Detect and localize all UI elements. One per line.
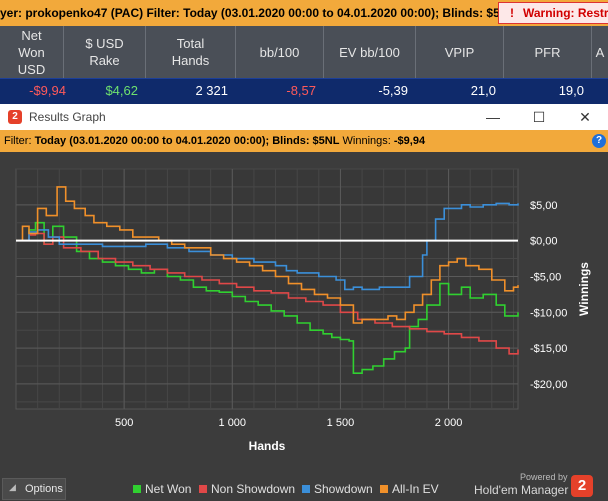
maximize-button[interactable]: ☐: [516, 104, 562, 130]
value-total-hands: 2 321: [195, 83, 228, 98]
y-tick-label: $5,00: [530, 200, 558, 212]
x-tick-label: 1 000: [219, 417, 247, 429]
close-button[interactable]: ✕: [562, 104, 608, 130]
warning-badge[interactable]: ! Warning: Restrict: [498, 2, 608, 24]
y-tick-label: -$10,00: [530, 307, 567, 319]
y-axis-ticks: $5,00 $0,00 -$5,00 -$10,00 -$15,00 -$20,00: [530, 200, 567, 391]
header-net-won[interactable]: Net Won USD: [0, 26, 64, 78]
x-axis-ticks: 500 1 000 1 500 2 000: [115, 417, 462, 429]
header-total-hands[interactable]: Total Hands: [146, 26, 236, 78]
warning-text: Warning: Restrict: [523, 6, 608, 20]
value-pfr: 19,0: [558, 83, 584, 98]
results-graph[interactable]: $5,00 $0,00 -$5,00 -$10,00 -$15,00 -$20,00 50…: [0, 152, 608, 475]
value-net-won: -$9,94: [29, 83, 66, 98]
legend-item-all-in-ev[interactable]: All-In EV: [380, 482, 439, 496]
x-axis-label: Hands: [249, 439, 286, 453]
x-tick-label: 2 000: [435, 417, 463, 429]
options-caret-icon: ◢: [9, 482, 16, 492]
legend-swatch: [302, 485, 310, 493]
window-title-bar: 2 Results Graph — ☐ ✕: [0, 104, 608, 130]
value-vpip: 21,0: [470, 83, 496, 98]
value-ev-bb100: -5,39: [378, 83, 408, 98]
results-graph-panel: $5,00 $0,00 -$5,00 -$10,00 -$15,00 -$20,00 50…: [0, 152, 608, 475]
y-tick-label: -$5,00: [530, 271, 561, 283]
header-ev-bb100[interactable]: EV bb/100: [324, 26, 416, 78]
header-rake[interactable]: $ USD Rake: [64, 26, 146, 78]
winnings-value: -$9,94: [393, 135, 426, 147]
x-tick-label: 500: [115, 417, 133, 429]
header-bb100[interactable]: bb/100: [236, 26, 324, 78]
help-icon[interactable]: ?: [592, 134, 606, 148]
options-button[interactable]: ◢ Options: [2, 478, 66, 500]
brand-name: Hold'em Manager: [474, 483, 569, 497]
legend-swatch: [133, 485, 141, 493]
y-tick-label: -$15,00: [530, 343, 567, 355]
app-logo-icon: 2: [8, 110, 22, 124]
x-tick-label: 1 500: [327, 417, 355, 429]
legend-item-showdown[interactable]: Showdown: [302, 482, 373, 496]
minimize-button[interactable]: —: [470, 104, 516, 130]
legend-item-net-won[interactable]: Net Won: [133, 482, 191, 496]
player-filter-bar: yer: prokopenko47 (PAC) Filter: Today (0…: [0, 0, 608, 26]
options-label: Options: [25, 483, 63, 495]
header-vpip[interactable]: VPIP: [416, 26, 504, 78]
warning-icon: !: [510, 6, 514, 20]
filter-value: Today (03.01.2020 00:00 to 04.01.2020 00…: [34, 135, 340, 147]
filter-prefix: Filter:: [4, 135, 35, 147]
value-rake: $4,62: [105, 83, 138, 98]
powered-by-text: Powered by: [520, 472, 568, 482]
value-bb100: -8,57: [286, 83, 316, 98]
legend-swatch: [199, 485, 207, 493]
player-filter-text: yer: prokopenko47 (PAC) Filter: Today (0…: [0, 6, 516, 20]
window-title: Results Graph: [29, 110, 106, 124]
graph-filter-bar: Filter: Today (03.01.2020 00:00 to 04.01…: [0, 130, 608, 152]
header-partial[interactable]: A: [592, 26, 608, 78]
graph-filter-text: Filter: Today (03.01.2020 00:00 to 04.01…: [4, 135, 425, 147]
legend-swatch: [380, 485, 388, 493]
y-axis-label: Winnings: [577, 262, 591, 316]
y-tick-label: $0,00: [530, 236, 558, 248]
bottom-bar: ◢ Options Net Won Non Showdown Showdown …: [0, 472, 608, 501]
legend-item-non-showdown[interactable]: Non Showdown: [199, 482, 295, 496]
y-tick-label: -$20,00: [530, 379, 567, 391]
brand-logo-icon: 2: [571, 475, 593, 497]
stats-values-row[interactable]: -$9,94 $4,62 2 321 -8,57 -5,39 21,0 19,0: [0, 78, 608, 104]
stats-table: Net Won USD $ USD Rake Total Hands bb/10…: [0, 26, 608, 104]
header-pfr[interactable]: PFR: [504, 26, 592, 78]
winnings-label: Winnings:: [339, 135, 394, 147]
